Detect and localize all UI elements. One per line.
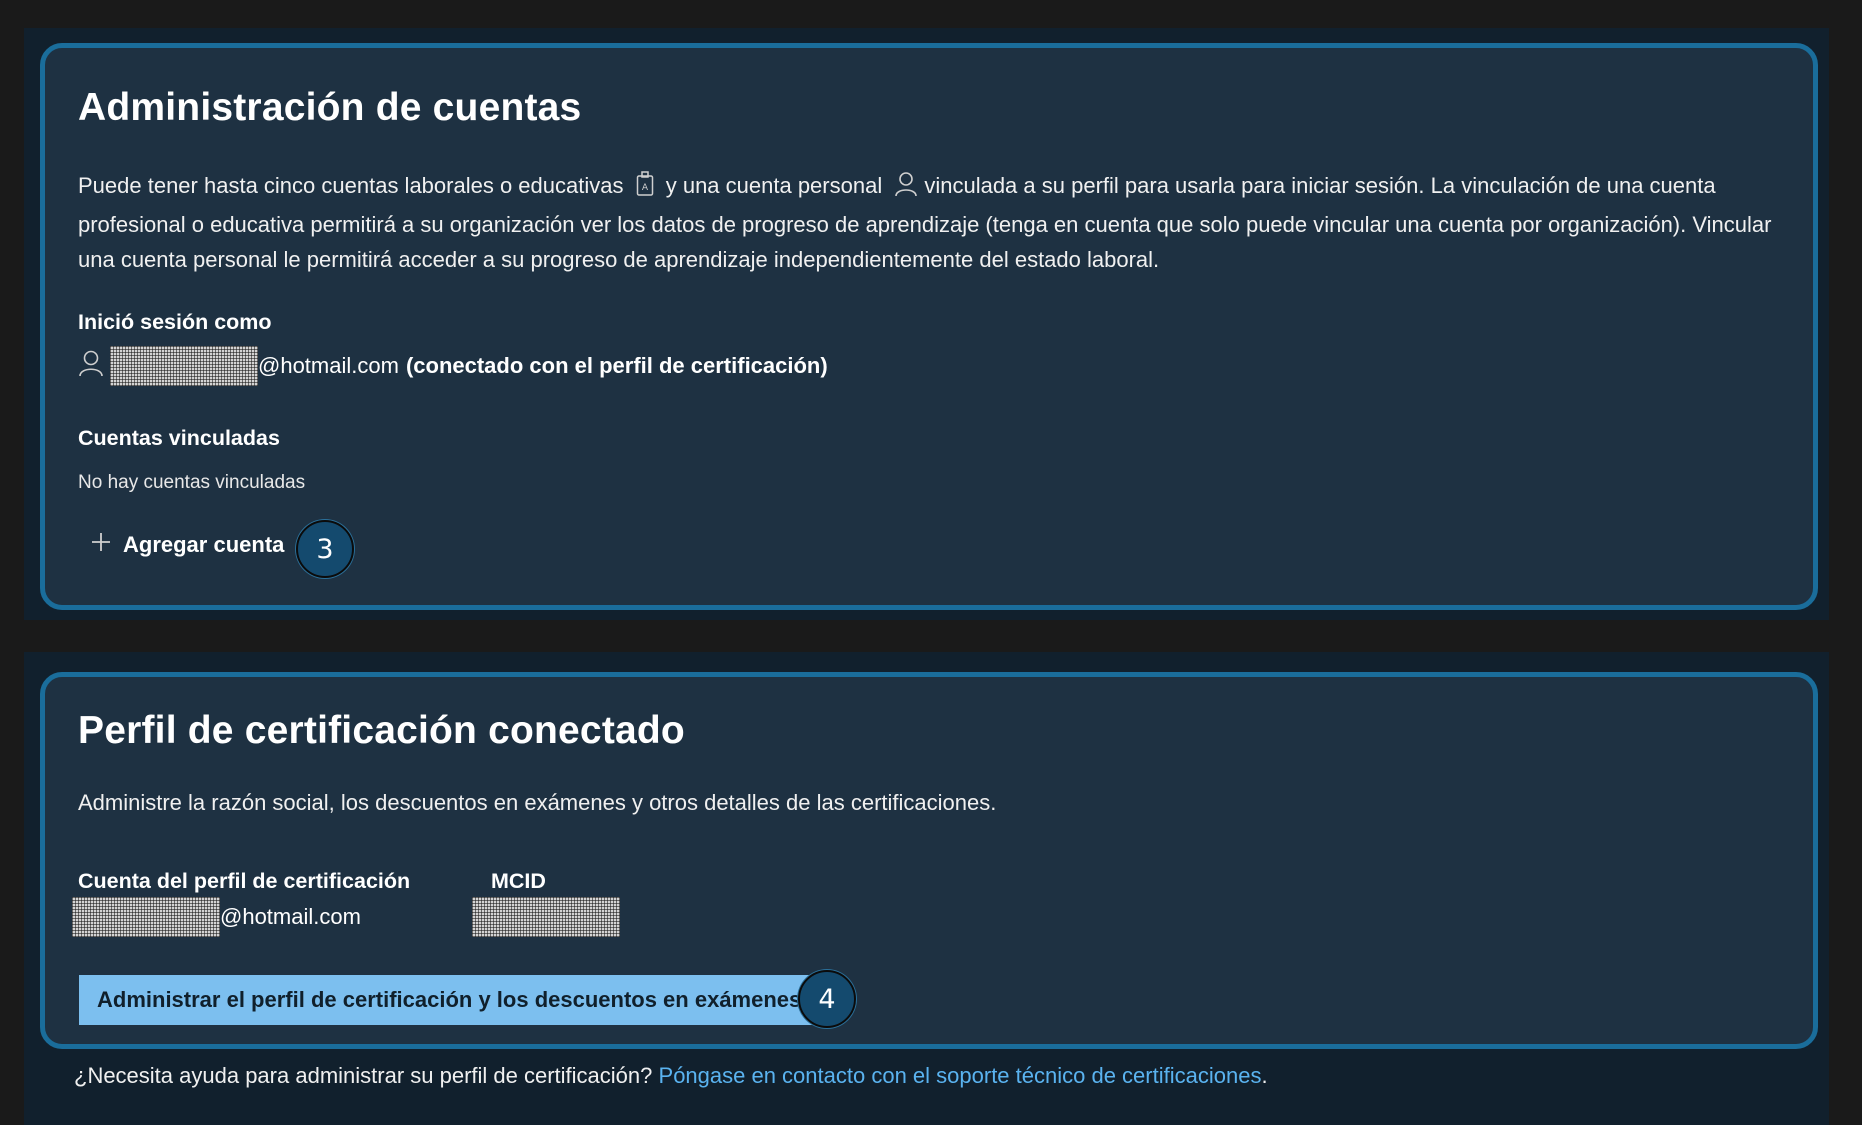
user-icon (78, 349, 104, 383)
plus-icon (91, 532, 111, 558)
linked-accounts-label: Cuentas vinculadas (78, 426, 280, 450)
signed-in-note: (conectado con el perfil de certificació… (405, 353, 828, 378)
step-badge-4: 4 (798, 970, 856, 1028)
signed-in-email-domain: @hotmail.com (258, 353, 399, 378)
add-account-label: Agregar cuenta (123, 532, 285, 557)
step-badge-3: 3 (296, 520, 354, 578)
certification-profile-description: Administre la razón social, los descuent… (78, 790, 997, 815)
signed-in-label: Inició sesión como (78, 310, 272, 334)
linked-accounts-empty: No hay cuentas vinculadas (78, 472, 306, 493)
description-part2: y una cuenta personal (665, 173, 883, 198)
help-question: ¿Necesita ayuda para administrar su perf… (74, 1063, 653, 1088)
help-text: ¿Necesita ayuda para administrar su perf… (74, 1063, 1268, 1089)
certification-profile-title: Perfil de certificación conectado (78, 709, 685, 752)
account-management-title: Administración de cuentas (78, 86, 582, 129)
signed-in-account: @hotmail.com (conectado con el perfil de… (78, 346, 828, 386)
svg-text:A: A (642, 183, 649, 193)
work-badge-icon: A (636, 171, 654, 207)
certification-account-email: @hotmail.com (72, 897, 361, 937)
certification-account-label: Cuenta del perfil de certificación (78, 869, 411, 893)
contact-support-link[interactable]: Póngase en contacto con el soporte técni… (659, 1063, 1262, 1088)
personal-account-icon (894, 171, 918, 207)
certification-email-domain: @hotmail.com (220, 904, 361, 929)
description-part1: Puede tener hasta cinco cuentas laborale… (78, 173, 624, 198)
redacted-mcid-value (472, 897, 620, 937)
account-management-description: Puede tener hasta cinco cuentas laborale… (78, 168, 1798, 277)
help-trailing: . (1261, 1063, 1268, 1088)
certification-profile-card: Perfil de certificación conectado Admini… (40, 672, 1818, 1049)
add-account-button[interactable]: Agregar cuenta (91, 532, 284, 558)
mcid-label: MCID (491, 869, 546, 893)
redacted-email-user (110, 346, 258, 386)
account-management-card: Administración de cuentas Puede tener ha… (40, 43, 1818, 610)
manage-certification-profile-button[interactable]: Administrar el perfil de certificación y… (79, 975, 820, 1025)
redacted-certification-email-user (72, 897, 220, 937)
